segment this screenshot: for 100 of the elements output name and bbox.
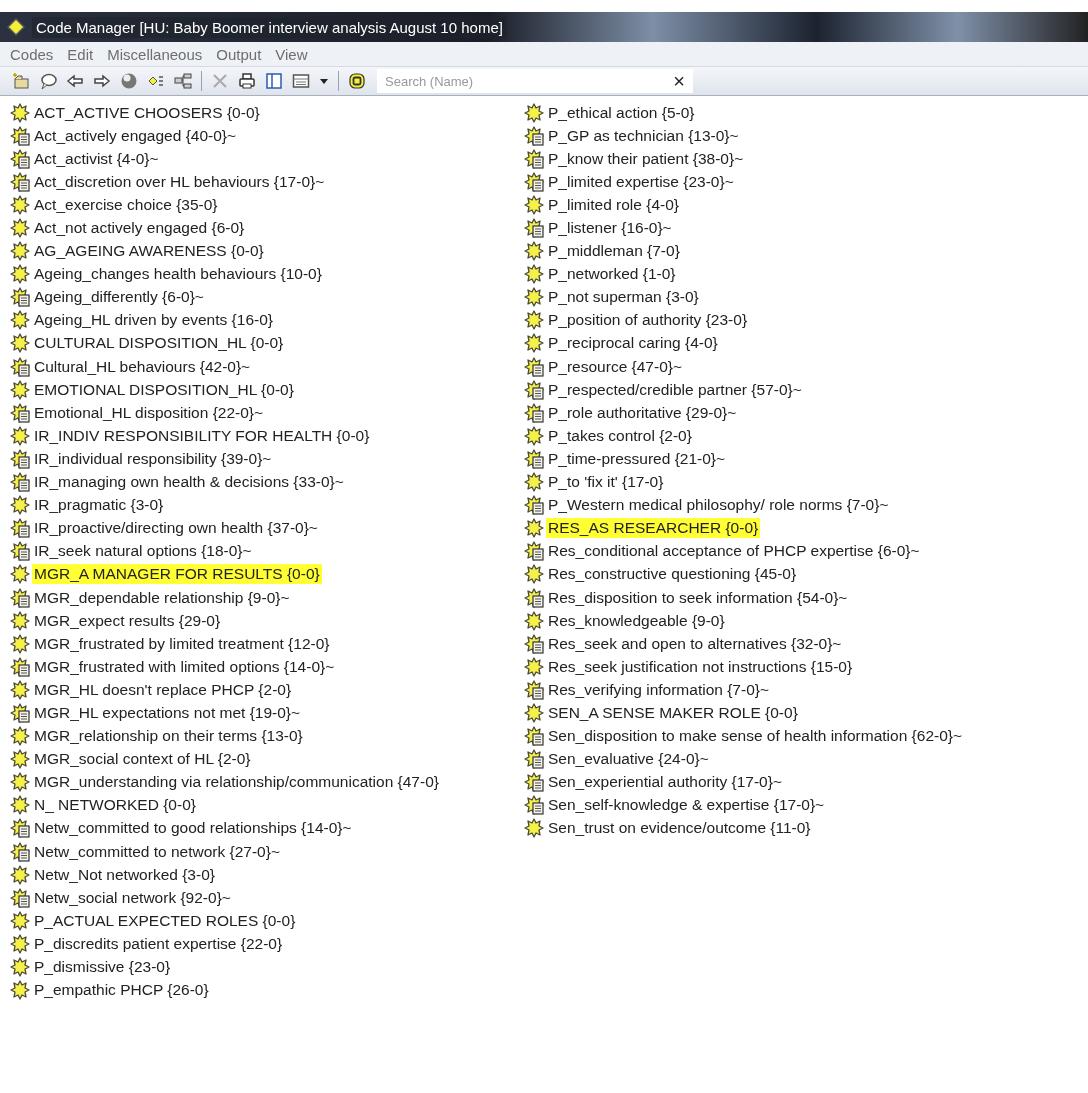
code-label[interactable]: RES_AS RESEARCHER {0-0}	[546, 518, 761, 539]
code-label[interactable]: Ageing_differently {6-0}~	[32, 287, 206, 308]
code-label[interactable]: Sen_disposition to make sense of health information {62-0}~	[546, 726, 965, 747]
code-label[interactable]: P_ACTUAL EXPECTED ROLES {0-0}	[32, 910, 298, 931]
code-label[interactable]: Act_actively engaged {40-0}~	[32, 125, 239, 146]
code-icon	[524, 102, 544, 123]
printer-icon[interactable]	[238, 72, 256, 90]
code-label[interactable]: IR_seek natural options {18-0}~	[32, 541, 254, 562]
code-label[interactable]: P_networked {1-0}	[546, 264, 678, 285]
code-label[interactable]: P_to 'fix it' {17-0}	[546, 472, 666, 493]
search-field[interactable]: Search (Name) ×	[377, 69, 693, 93]
code-icon	[524, 518, 544, 539]
code-with-note-icon	[524, 448, 544, 469]
filter-icon[interactable]	[348, 72, 366, 90]
code-label[interactable]: MGR_frustrated with limited options {14-0}~	[32, 656, 337, 677]
code-label[interactable]: MGR_A MANAGER FOR RESULTS {0-0}	[32, 564, 322, 585]
code-label[interactable]: Netw_committed to good relationships {14-0}~	[32, 818, 354, 839]
code-label[interactable]: MGR_dependable relationship {9-0}~	[32, 587, 292, 608]
code-label[interactable]: Sen_experiential authority {17-0}~	[546, 772, 784, 793]
sphere-icon[interactable]	[120, 72, 138, 90]
code-label[interactable]: P_limited expertise {23-0}~	[546, 171, 736, 192]
code-label[interactable]: Sen_self-knowledge & expertise {17-0}~	[546, 795, 827, 816]
code-label[interactable]: MGR_expect results {29-0}	[32, 610, 223, 631]
code-label[interactable]: Netw_Not networked {3-0}	[32, 864, 217, 885]
code-icon	[10, 194, 30, 215]
code-label[interactable]: Netw_social network {92-0}~	[32, 887, 233, 908]
code-label[interactable]: IR_proactive/directing own health {37-0}~	[32, 518, 320, 539]
code-label[interactable]: P_respected/credible partner {57-0}~	[546, 379, 804, 400]
code-label[interactable]: MGR_understanding via relationship/communication {47-0}	[32, 772, 441, 793]
code-label[interactable]: P_empathic PHCP {26-0}	[32, 980, 211, 1001]
grid-icon[interactable]	[292, 72, 310, 90]
code-label[interactable]: IR_managing own health & decisions {33-0}~	[32, 472, 346, 493]
pane-icon[interactable]	[265, 72, 283, 90]
code-icon	[524, 425, 544, 446]
code-label[interactable]: P_middleman {7-0}	[546, 241, 682, 262]
code-label[interactable]: MGR_relationship on their terms {13-0}	[32, 726, 305, 747]
code-label[interactable]: Act_exercise choice {35-0}	[32, 194, 220, 215]
code-label[interactable]: IR_pragmatic {3-0}	[32, 495, 166, 516]
code-label[interactable]: CULTURAL DISPOSITION_HL {0-0}	[32, 333, 286, 354]
code-with-note-icon	[10, 402, 30, 423]
code-label[interactable]: P_Western medical philosophy/ role norms {7-0}~	[546, 495, 891, 516]
code-label[interactable]: MGR_HL doesn't replace PHCP {2-0}	[32, 679, 294, 700]
code-with-note-icon	[10, 448, 30, 469]
code-label[interactable]: P_role authoritative {29-0}~	[546, 402, 739, 423]
code-label[interactable]: Sen_evaluative {24-0}~	[546, 749, 711, 770]
menu-item[interactable]: View	[275, 45, 308, 63]
code-icon	[10, 726, 30, 747]
code-label[interactable]: Res_seek justification not instructions {15-0}	[546, 656, 855, 677]
code-label[interactable]: MGR_HL expectations not met {19-0}~	[32, 703, 303, 723]
code-label[interactable]: Ageing_changes health behaviours {10-0}	[32, 264, 324, 285]
code-label[interactable]: ACT_ACTIVE CHOOSERS {0-0}	[32, 102, 262, 123]
code-label[interactable]: Res_seek and open to alternatives {32-0}~	[546, 633, 844, 654]
code-label[interactable]: IR_individual responsibility {39-0}~	[32, 448, 274, 469]
tree-icon[interactable]	[174, 72, 192, 90]
code-label[interactable]: Res_knowledgeable {9-0}	[546, 610, 727, 631]
menu-item[interactable]: Codes	[10, 45, 54, 63]
left-arrow-icon[interactable]	[66, 72, 84, 90]
code-label[interactable]: P_listener {16-0}~	[546, 218, 674, 238]
code-label[interactable]: P_know their patient {38-0}~	[546, 148, 746, 169]
code-label[interactable]: MGR_frustrated by limited treatment {12-0}	[32, 633, 332, 654]
menu-item[interactable]: Output	[216, 45, 262, 63]
right-arrow-icon[interactable]	[93, 72, 111, 90]
code-label[interactable]: MGR_social context of HL {2-0}	[32, 749, 253, 770]
code-label[interactable]: N_ NETWORKED {0-0}	[32, 795, 198, 816]
code-label[interactable]: IR_INDIV RESPONSIBILITY FOR HEALTH {0-0}	[32, 425, 372, 446]
code-label[interactable]: Cultural_HL behaviours {42-0}~	[32, 356, 253, 377]
code-label[interactable]: Act_activist {4-0}~	[32, 148, 161, 169]
new-code-icon[interactable]	[12, 72, 30, 90]
code-label[interactable]: P_discredits patient expertise {22-0}	[32, 933, 285, 954]
code-label[interactable]: P_limited role {4-0}	[546, 194, 681, 215]
code-label[interactable]: Res_disposition to seek information {54-0}~	[546, 587, 850, 608]
code-label[interactable]: Res_verifying information {7-0}~	[546, 679, 771, 700]
code-label[interactable]: Emotional_HL disposition {22-0}~	[32, 402, 266, 423]
code-label[interactable]: AG_AGEING AWARENESS {0-0}	[32, 241, 266, 262]
code-label[interactable]: Netw_committed to network {27-0}~	[32, 841, 282, 862]
code-label[interactable]: Res_constructive questioning {45-0}	[546, 564, 799, 585]
close-icon[interactable]: ×	[673, 71, 685, 91]
menu-item[interactable]: Miscellaneous	[107, 45, 203, 63]
code-with-note-icon	[524, 402, 544, 423]
code-label[interactable]: Sen_trust on evidence/outcome {11-0}	[546, 818, 813, 839]
code-label[interactable]: EMOTIONAL DISPOSITION_HL {0-0}	[32, 379, 296, 400]
code-label[interactable]: P_resource {47-0}~	[546, 356, 684, 377]
code-label[interactable]: Act_discretion over HL behaviours {17-0}~	[32, 171, 327, 192]
code-label[interactable]: P_position of authority {23-0}	[546, 310, 750, 331]
code-label[interactable]: P_takes control {2-0}	[546, 425, 694, 446]
code-with-note-icon	[524, 495, 544, 516]
code-label[interactable]: P_dismissive {23-0}	[32, 957, 173, 977]
menu-item[interactable]: Edit	[67, 45, 94, 63]
code-label[interactable]: SEN_A SENSE MAKER ROLE {0-0}	[546, 703, 800, 723]
code-label[interactable]: P_ethical action {5-0}	[546, 102, 697, 123]
code-label[interactable]: Res_conditional acceptance of PHCP expertise {6-0}~	[546, 541, 922, 562]
code-with-note-icon	[524, 541, 544, 562]
code-label[interactable]: Ageing_HL driven by events {16-0}	[32, 310, 275, 331]
code-icon	[10, 864, 30, 885]
code-label[interactable]: P_not superman {3-0}	[546, 287, 701, 308]
code-label[interactable]: P_time-pressured {21-0}~	[546, 448, 728, 469]
code-label[interactable]: P_reciprocal caring {4-0}	[546, 333, 720, 354]
code-label[interactable]: P_GP as technician {13-0}~	[546, 125, 741, 146]
code-label[interactable]: Act_not actively engaged {6-0}	[32, 218, 247, 238]
speech-bubble-icon[interactable]	[39, 72, 57, 90]
